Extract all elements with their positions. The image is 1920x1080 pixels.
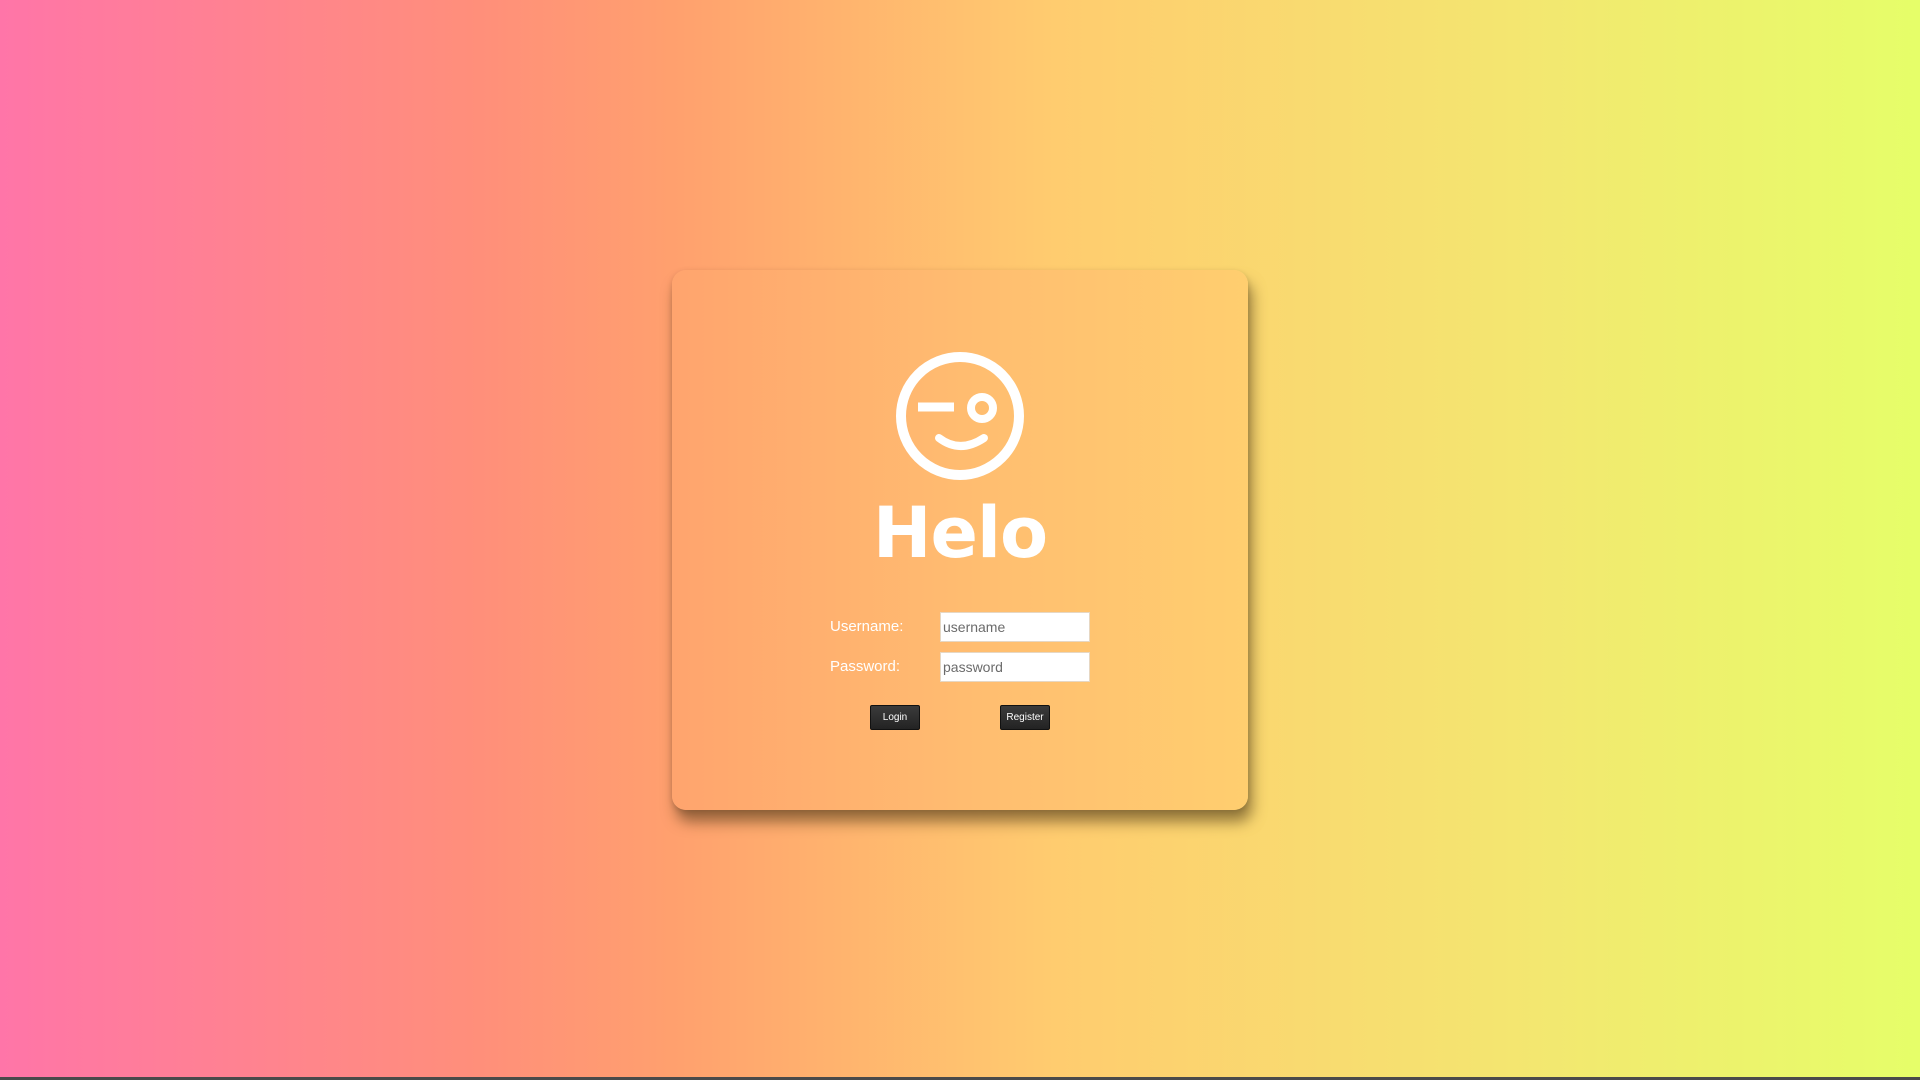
wink-face-icon [896, 352, 1024, 480]
register-button[interactable]: Register [1000, 705, 1050, 730]
password-label: Password: [830, 658, 901, 675]
username-label: Username: [830, 618, 904, 635]
login-button[interactable]: Login [870, 705, 920, 730]
password-input[interactable] [940, 652, 1090, 682]
app-title: Helo [872, 492, 1048, 574]
username-input[interactable] [940, 612, 1090, 642]
login-card: Helo Username: Password: Login Register [672, 270, 1248, 810]
